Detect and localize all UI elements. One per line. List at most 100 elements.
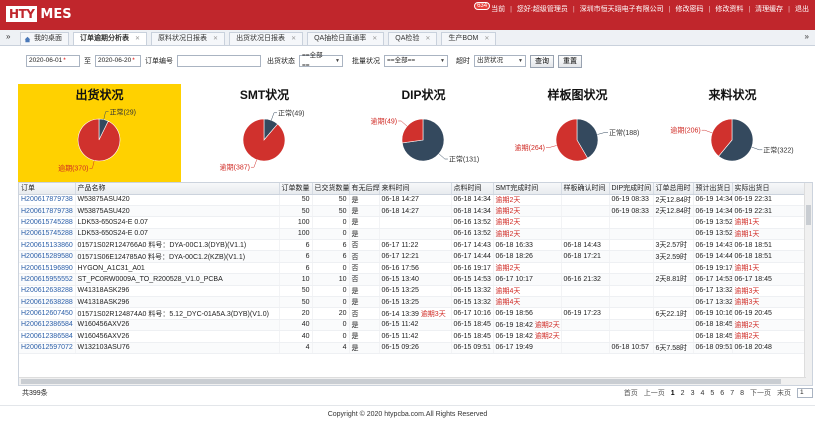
order-link[interactable]: H200612638288: [19, 296, 76, 309]
close-icon[interactable]: ✕: [484, 33, 489, 45]
close-icon[interactable]: ✕: [135, 33, 140, 45]
ship-status-select[interactable]: ==全部== ▼: [299, 52, 343, 69]
order-link[interactable]: H200615289580: [19, 250, 76, 263]
column-header[interactable]: 有无后焊: [349, 183, 380, 195]
page-number-link[interactable]: 3: [691, 390, 695, 397]
table-cell: 10: [312, 273, 350, 286]
scrollbar-thumb[interactable]: [21, 379, 781, 384]
notification-count-badge[interactable]: 634: [474, 2, 491, 10]
table-row[interactable]: H200612638288 W41318ASK296 50 0 是 06-15 13:25…: [19, 285, 807, 298]
table-row[interactable]: H200612638288 W41318ASK296 50 0 是 06-15 13:25…: [19, 296, 807, 309]
nav-edit-profile[interactable]: 修改资料: [715, 4, 743, 14]
tab-material-daily-report[interactable]: 原料状况日报表 ✕: [151, 32, 226, 45]
table-row[interactable]: H200615745288 LDK53-650S24-E 0.07 100 0 是 06-…: [19, 228, 807, 241]
table-row[interactable]: H200615133860 01571S02R124766A0 料号：DYA-00…: [19, 239, 807, 252]
scrollbar-thumb[interactable]: [806, 205, 811, 225]
order-link[interactable]: H200612638288: [19, 285, 76, 298]
close-icon[interactable]: ✕: [372, 33, 377, 45]
page-number-link[interactable]: 1: [671, 390, 675, 397]
label-leader-line: [250, 159, 257, 168]
order-link[interactable]: H200615955552: [19, 273, 76, 286]
order-link[interactable]: H200615196890: [19, 262, 76, 275]
close-icon[interactable]: ✕: [213, 33, 218, 45]
order-link[interactable]: H200615745288: [19, 216, 76, 229]
tab-qa-inspection[interactable]: QA检验 ✕: [388, 32, 438, 45]
column-header[interactable]: 样板确认时间: [561, 183, 610, 195]
pie-slice-overdue[interactable]: [242, 118, 286, 162]
overdue-select[interactable]: 出货状况 ▼: [474, 55, 526, 67]
nav-change-password[interactable]: 修改密码: [676, 4, 704, 14]
order-link[interactable]: H200612386584: [19, 330, 76, 343]
page-number-link[interactable]: 5: [710, 390, 714, 397]
table-cell: 06-14 13:39 逾期3天: [379, 307, 452, 320]
horizontal-scrollbar[interactable]: [19, 377, 806, 385]
pie-data-label: 正常(29): [110, 107, 136, 116]
order-link[interactable]: H200612597072: [19, 342, 76, 354]
query-button[interactable]: 查询: [530, 54, 554, 68]
first-page-link[interactable]: 首页: [624, 388, 638, 398]
pie-slice-overdue[interactable]: [77, 118, 121, 162]
date-from-input[interactable]: 2020-06-01*: [26, 55, 80, 67]
tab-order-overdue-analysis[interactable]: 订单逾期分析表 ✕: [73, 32, 148, 45]
order-link[interactable]: H200617879738: [19, 205, 76, 218]
order-link[interactable]: H200612607450: [19, 307, 76, 320]
table-row[interactable]: H200612386584 W160456AXV26 40 0 是 06-15 11:42…: [19, 319, 807, 332]
vertical-scrollbar[interactable]: [804, 183, 812, 385]
page-jump-input[interactable]: 1: [797, 388, 813, 398]
column-header[interactable]: 实际出货日: [732, 183, 807, 195]
table-row[interactable]: H200617879738 W53875ASU420 50 50 是 06-18 14:2…: [19, 194, 807, 206]
table-row[interactable]: H200615955552 ST_PC0RW0009A_TO_R200528_V1…: [19, 273, 807, 286]
pie-slice-overdue[interactable]: [401, 118, 424, 144]
table-cell: [653, 296, 694, 309]
page-number-link[interactable]: 8: [740, 390, 744, 397]
order-link[interactable]: H200615745288: [19, 228, 76, 241]
table-cell: 06-19 22:31: [732, 205, 807, 218]
reset-button[interactable]: 重置: [558, 54, 582, 68]
last-page-link[interactable]: 末页: [777, 388, 791, 398]
page-number-link[interactable]: 7: [730, 390, 734, 397]
nav-clear-cache[interactable]: 清理缓存: [755, 4, 783, 14]
column-header[interactable]: 订单总用时: [653, 183, 694, 195]
table-row[interactable]: H200617879738 W53875ASU420 50 50 是 06-18 14:2…: [19, 205, 807, 218]
pie-data-label: 正常(322): [763, 145, 793, 154]
column-header[interactable]: 来料时间: [379, 183, 452, 195]
order-link[interactable]: H200612386584: [19, 319, 76, 332]
column-header[interactable]: 已交货数量: [312, 183, 350, 195]
expand-down-icon[interactable]: »: [805, 32, 809, 41]
table-row[interactable]: H200612597072 W132103ASU76 4 4 是 06-15 09:26 0…: [19, 342, 807, 354]
column-header[interactable]: 订单数量: [279, 183, 313, 195]
nav-logout[interactable]: 退出: [795, 4, 809, 14]
label-leader-line: [438, 153, 448, 160]
tab-production-bom[interactable]: 生产BOM ✕: [441, 32, 497, 45]
table-row[interactable]: H200612386584 W160456AXV26 40 0 是 06-15 11:42…: [19, 330, 807, 343]
column-header[interactable]: SMT完成时间: [493, 183, 562, 195]
close-icon[interactable]: ✕: [291, 33, 296, 45]
date-to-input[interactable]: 2020-06-20*: [95, 55, 141, 67]
close-icon[interactable]: ✕: [425, 33, 430, 45]
table-row[interactable]: H200612607450 01571S02R124874A0 料号：5.12_D…: [19, 307, 807, 320]
order-link[interactable]: H200615133860: [19, 239, 76, 252]
table-row[interactable]: H200615196890 HYGON_A1C31_A01 6 0 否 06-16 17:…: [19, 262, 807, 275]
table-row[interactable]: H200615745288 LDK53-650S24-E 0.07 100 0 是 06-…: [19, 216, 807, 229]
chevron-down-icon: ▼: [335, 58, 340, 64]
expand-left-icon[interactable]: »: [6, 32, 10, 41]
column-header[interactable]: 预计出货日: [693, 183, 733, 195]
tab-shipment-daily-report[interactable]: 出货状况日报表 ✕: [229, 32, 304, 45]
table-cell: 06-17 14:43: [451, 239, 494, 252]
order-no-input[interactable]: [177, 55, 261, 67]
page-number-link[interactable]: 4: [700, 390, 704, 397]
batch-status-select[interactable]: ==全部== ▼: [384, 55, 448, 67]
page-number-link[interactable]: 2: [681, 390, 685, 397]
nav-current[interactable]: 当前: [491, 4, 505, 14]
next-page-link[interactable]: 下一页: [750, 388, 771, 398]
column-header[interactable]: 点料时间: [451, 183, 494, 195]
column-header[interactable]: DIP完成时间: [609, 183, 654, 195]
order-link[interactable]: H200617879738: [19, 194, 76, 206]
page-number-link[interactable]: 6: [720, 390, 724, 397]
column-header[interactable]: 产品名称: [75, 183, 280, 195]
table-row[interactable]: H200615289580 01571S06E124785A0 料号：DYA-00…: [19, 250, 807, 263]
prev-page-link[interactable]: 上一页: [644, 388, 665, 398]
tab-qa-pass-rate[interactable]: QA抽检日直通率 ✕: [307, 32, 385, 45]
tab-my-desktop[interactable]: 我的桌面: [20, 32, 69, 45]
column-header[interactable]: 订单: [19, 183, 76, 195]
